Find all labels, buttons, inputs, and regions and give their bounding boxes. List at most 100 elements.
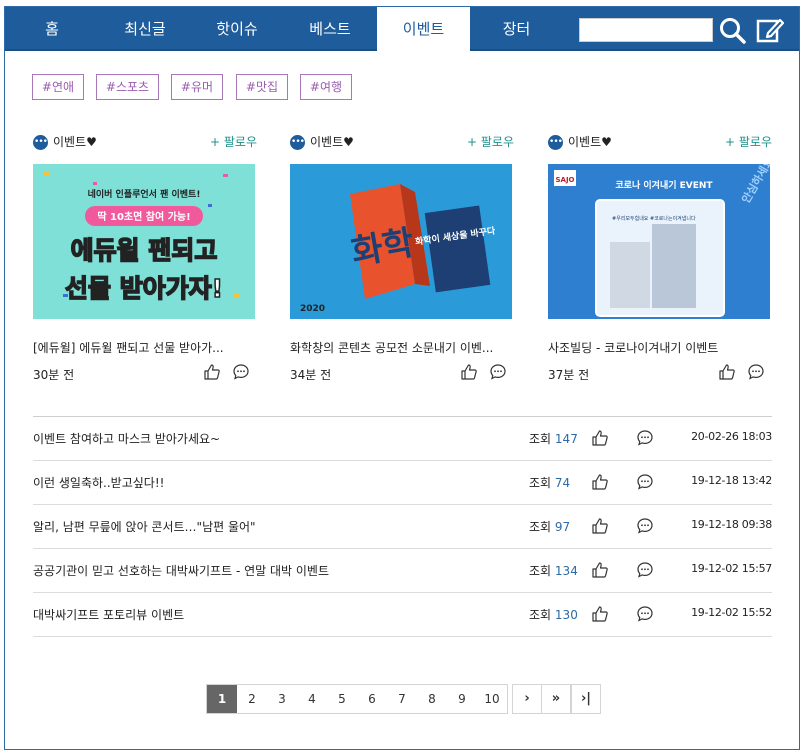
post-title[interactable]: 대박싸기프트 포토리뷰 이벤트: [33, 606, 184, 623]
thumbs-up-icon[interactable]: [591, 517, 609, 535]
card-thumbnail[interactable]: 네이버 인플루언서 팬 이벤트! 딱 10초면 참여 가능! 에듀윌 팬되고 선…: [33, 164, 255, 319]
page-7-button[interactable]: 7: [387, 685, 417, 713]
card-image-text: 코로나 이겨내기 EVENT: [615, 179, 713, 191]
write-icon[interactable]: [755, 16, 785, 44]
top-nav: 홈 최신글 핫이슈 베스트 이벤트 장터: [5, 7, 799, 53]
tab-event[interactable]: 이벤트: [377, 7, 470, 53]
page-5-button[interactable]: 5: [327, 685, 357, 713]
card-image-text: 에듀윌 팬되고: [71, 236, 218, 265]
card-image-text: 2020: [300, 304, 325, 314]
follow-button[interactable]: + 팔로우: [725, 134, 772, 151]
event-card: ••• 이벤트♥ + 팔로우 네이버 인플루언서 팬 이벤트! 딱 10초면 참…: [33, 134, 259, 382]
thumbs-up-icon[interactable]: [591, 473, 609, 491]
post-title[interactable]: 이런 생일축하..받고싶다!!: [33, 474, 164, 491]
card-author[interactable]: 이벤트♥: [53, 134, 97, 151]
search-icon[interactable]: [718, 16, 748, 44]
page-1-button[interactable]: 1: [207, 685, 237, 713]
views-label: 조회: [529, 520, 552, 534]
post-title[interactable]: 알리, 남편 무릎에 앉아 콘서트…"남편 울어": [33, 518, 256, 535]
page-8-button[interactable]: 8: [417, 685, 447, 713]
comment-icon[interactable]: [636, 561, 654, 579]
page-10-button[interactable]: 10: [477, 685, 507, 713]
page-9-button[interactable]: 9: [447, 685, 477, 713]
post-date: 19-12-02 15:52: [691, 606, 772, 619]
comment-icon[interactable]: [489, 363, 507, 381]
thumbs-up-icon[interactable]: [591, 561, 609, 579]
tag-romance[interactable]: #연애: [32, 74, 84, 100]
comment-icon[interactable]: [232, 363, 250, 381]
card-author[interactable]: 이벤트♥: [310, 134, 354, 151]
card-time: 30분 전: [33, 368, 75, 382]
thumbs-up-icon[interactable]: [460, 363, 478, 381]
list-item: 대박싸기프트 포토리뷰 이벤트 조회 130 19-12-02 15:52: [33, 593, 772, 637]
thumbs-up-icon[interactable]: [591, 605, 609, 623]
post-date: 19-12-18 13:42: [691, 474, 772, 487]
tab-home[interactable]: 홈: [5, 7, 99, 51]
card-header: ••• 이벤트♥ + 팔로우: [548, 134, 774, 154]
card-time: 34분 전: [290, 368, 332, 382]
list-item: 이런 생일축하..받고싶다!! 조회 74 19-12-18 13:42: [33, 461, 772, 505]
post-date: 19-12-02 15:57: [691, 562, 772, 575]
page-2-button[interactable]: 2: [237, 685, 267, 713]
views-label: 조회: [529, 476, 552, 490]
next-group-button[interactable]: »: [541, 684, 571, 714]
card-title[interactable]: [에듀윌] 에듀윌 팬되고 선물 받아가...: [33, 339, 255, 356]
card-author[interactable]: 이벤트♥: [568, 134, 612, 151]
tab-market[interactable]: 장터: [470, 7, 563, 51]
comment-icon[interactable]: [636, 473, 654, 491]
card-image-text: 네이버 인플루언서 팬 이벤트!: [88, 188, 201, 200]
page-4-button[interactable]: 4: [297, 685, 327, 713]
avatar: •••: [290, 135, 305, 150]
thumbs-up-icon[interactable]: [591, 429, 609, 447]
post-date: 19-12-18 09:38: [691, 518, 772, 531]
comment-icon[interactable]: [636, 429, 654, 447]
views-number: 134: [554, 564, 578, 578]
list-item: 공공기관이 믿고 선호하는 대박싸기프트 - 연말 대박 이벤트 조회 134 …: [33, 549, 772, 593]
card-header: ••• 이벤트♥ + 팔로우: [290, 134, 516, 154]
comment-icon[interactable]: [636, 605, 654, 623]
card-header: ••• 이벤트♥ + 팔로우: [33, 134, 259, 154]
view-count: 조회 97: [529, 518, 570, 535]
tag-travel[interactable]: #여행: [300, 74, 352, 100]
card-title[interactable]: 사조빌딩 - 코로나이겨내기 이벤트: [548, 339, 770, 356]
page-6-button[interactable]: 6: [357, 685, 387, 713]
post-date: 20-02-26 18:03: [691, 430, 772, 443]
card-image-text: #우리모두힘내요 #코로나는이겨냅니다: [612, 215, 696, 222]
tab-latest[interactable]: 최신글: [99, 7, 191, 51]
follow-button[interactable]: + 팔로우: [467, 134, 514, 151]
card-image-text: SAJO: [555, 176, 574, 184]
views-label: 조회: [529, 564, 552, 578]
tab-hot-issue[interactable]: 핫이슈: [191, 7, 283, 51]
post-title[interactable]: 이벤트 참여하고 마스크 받아가세요~: [33, 430, 220, 447]
search-field: [579, 18, 713, 42]
list-item: 알리, 남편 무릎에 앉아 콘서트…"남편 울어" 조회 97 19-12-18…: [33, 505, 772, 549]
next-page-button[interactable]: ›: [512, 684, 542, 714]
post-title[interactable]: 공공기관이 믿고 선호하는 대박싸기프트 - 연말 대박 이벤트: [33, 562, 329, 579]
page-3-button[interactable]: 3: [267, 685, 297, 713]
avatar: •••: [548, 135, 563, 150]
card-thumbnail[interactable]: 화학 화학이 세상을 바꾸다 2020: [290, 164, 512, 319]
comment-icon[interactable]: [636, 517, 654, 535]
tag-restaurant[interactable]: #맛집: [236, 74, 288, 100]
card-title[interactable]: 화학창의 콘텐츠 공모전 소문내기 이벤...: [290, 339, 512, 356]
card-image-text: 선물 받아가자!: [65, 274, 223, 303]
card-time: 37분 전: [548, 368, 590, 382]
views-number: 97: [554, 520, 571, 534]
view-count: 조회 74: [529, 474, 570, 491]
page-frame: 홈 최신글 핫이슈 베스트 이벤트 장터 #연애 #스포츠 #유머 #맛집 #여…: [4, 6, 800, 750]
views-number: 130: [554, 608, 578, 622]
views-number: 147: [554, 432, 578, 446]
event-card: ••• 이벤트♥ + 팔로우 화학 화학이 세상을 바꾸다 2020 화학창의 …: [290, 134, 516, 382]
thumbs-up-icon[interactable]: [203, 363, 221, 381]
thumbs-up-icon[interactable]: [718, 363, 736, 381]
tag-sports[interactable]: #스포츠: [96, 74, 159, 100]
tag-humor[interactable]: #유머: [171, 74, 223, 100]
search-input[interactable]: [580, 19, 712, 41]
tab-best[interactable]: 베스트: [283, 7, 377, 51]
card-image-text: 딱 10초면 참여 가능!: [97, 210, 190, 223]
card-thumbnail[interactable]: SAJO 코로나 이겨내기 EVENT #우리모두힘내요 #코로나는이겨냅니다 …: [548, 164, 770, 319]
follow-button[interactable]: + 팔로우: [210, 134, 257, 151]
comment-icon[interactable]: [747, 363, 765, 381]
last-page-button[interactable]: ›|: [571, 684, 601, 714]
view-count: 조회 134: [529, 562, 578, 579]
